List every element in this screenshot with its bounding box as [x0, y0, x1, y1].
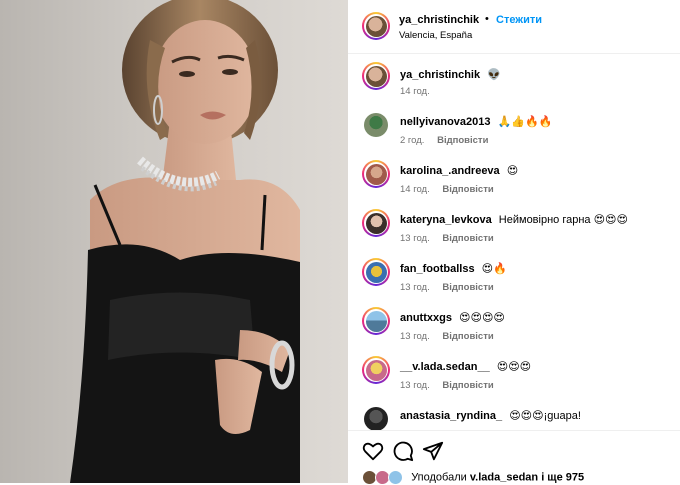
- caption-time: 14 год.: [400, 86, 430, 97]
- comment-text: 😍😍😍¡guapa!: [509, 410, 581, 422]
- commenter-avatar[interactable]: [362, 307, 390, 335]
- likes-user[interactable]: v.lada_sedan: [470, 471, 538, 483]
- likes-prefix: Уподобали: [411, 471, 467, 484]
- comment-text: 😍😍😍: [496, 361, 532, 373]
- comment-time: 13 год.: [400, 331, 430, 342]
- caption-text: 👽: [487, 69, 501, 81]
- post-photo[interactable]: [0, 0, 348, 483]
- likes-suffix[interactable]: і ще 975: [541, 471, 584, 483]
- caption-avatar[interactable]: [362, 62, 390, 90]
- share-icon[interactable]: [422, 440, 444, 462]
- post-photo-illustration: [70, 0, 300, 483]
- comment-time: 2 год.: [400, 135, 425, 146]
- heart-icon[interactable]: [362, 440, 384, 462]
- follow-button[interactable]: Стежити: [496, 14, 542, 26]
- comment-text: Неймовірно гарна 😍😍😍: [498, 214, 628, 226]
- separator-dot: •: [485, 13, 489, 25]
- comment-username[interactable]: anuttxxgs: [400, 312, 452, 324]
- post-location[interactable]: Valencia, España: [399, 30, 472, 41]
- comment-time: 13 год.: [400, 233, 430, 244]
- commenter-avatar[interactable]: [362, 356, 390, 384]
- comment-username[interactable]: kateryna_levkova: [400, 214, 492, 226]
- comment-username[interactable]: nellyivanova2013: [400, 116, 491, 128]
- reply-button[interactable]: Відповісти: [442, 184, 493, 195]
- post-panel: ya_christinchik • Стежити Valencia, Espa…: [348, 0, 680, 485]
- commenter-avatar[interactable]: [364, 113, 388, 137]
- caption: ya_christinchik 👽 14 год.: [348, 62, 680, 106]
- author-avatar[interactable]: [362, 12, 390, 40]
- comment-username[interactable]: fan_footballss: [400, 263, 475, 275]
- comment-time: 14 год.: [400, 184, 430, 195]
- post-header: ya_christinchik • Стежити Valencia, Espa…: [348, 0, 680, 54]
- comment-text: 😍🔥: [481, 263, 507, 275]
- action-bar: Уподобали v.lada_sedan і ще 975: [348, 430, 680, 485]
- commenter-avatar[interactable]: [362, 160, 390, 188]
- comment-icon[interactable]: [392, 440, 414, 462]
- comment-time: 13 год.: [400, 282, 430, 293]
- comment-time: 13 год.: [400, 380, 430, 391]
- reply-button[interactable]: Відповісти: [437, 135, 488, 146]
- commenter-avatar[interactable]: [362, 258, 390, 286]
- comment-item: anuttxxgs 😍😍😍😍 13 год. Відповісти: [348, 307, 680, 353]
- commenter-avatar[interactable]: [364, 407, 388, 431]
- author-username[interactable]: ya_christinchik: [399, 14, 479, 26]
- comment-text: 😍: [506, 165, 519, 177]
- comment-username[interactable]: karolina_.andreeva: [400, 165, 500, 177]
- commenter-avatar[interactable]: [362, 209, 390, 237]
- comment-item: karolina_.andreeva 😍 14 год. Відповісти: [348, 160, 680, 206]
- comment-item: __v.lada.sedan__ 😍😍😍 13 год. Відповісти: [348, 356, 680, 402]
- comment-item: nellyivanova2013 🙏👍🔥🔥 2 год. Відповісти: [348, 113, 680, 157]
- reply-button[interactable]: Відповісти: [442, 380, 493, 391]
- comment-item: fan_footballss 😍🔥 13 год. Відповісти: [348, 258, 680, 304]
- caption-username[interactable]: ya_christinchik: [400, 69, 480, 81]
- comment-username[interactable]: anastasia_ryndina_: [400, 410, 502, 422]
- reply-button[interactable]: Відповісти: [442, 233, 493, 244]
- comment-text: 😍😍😍😍: [459, 312, 505, 324]
- reply-button[interactable]: Відповісти: [442, 282, 493, 293]
- comment-text: 🙏👍🔥🔥: [497, 116, 553, 128]
- reply-button[interactable]: Відповісти: [442, 331, 493, 342]
- comment-item: kateryna_levkova Неймовірно гарна 😍😍😍 13…: [348, 209, 680, 255]
- comment-username[interactable]: __v.lada.sedan__: [400, 361, 490, 373]
